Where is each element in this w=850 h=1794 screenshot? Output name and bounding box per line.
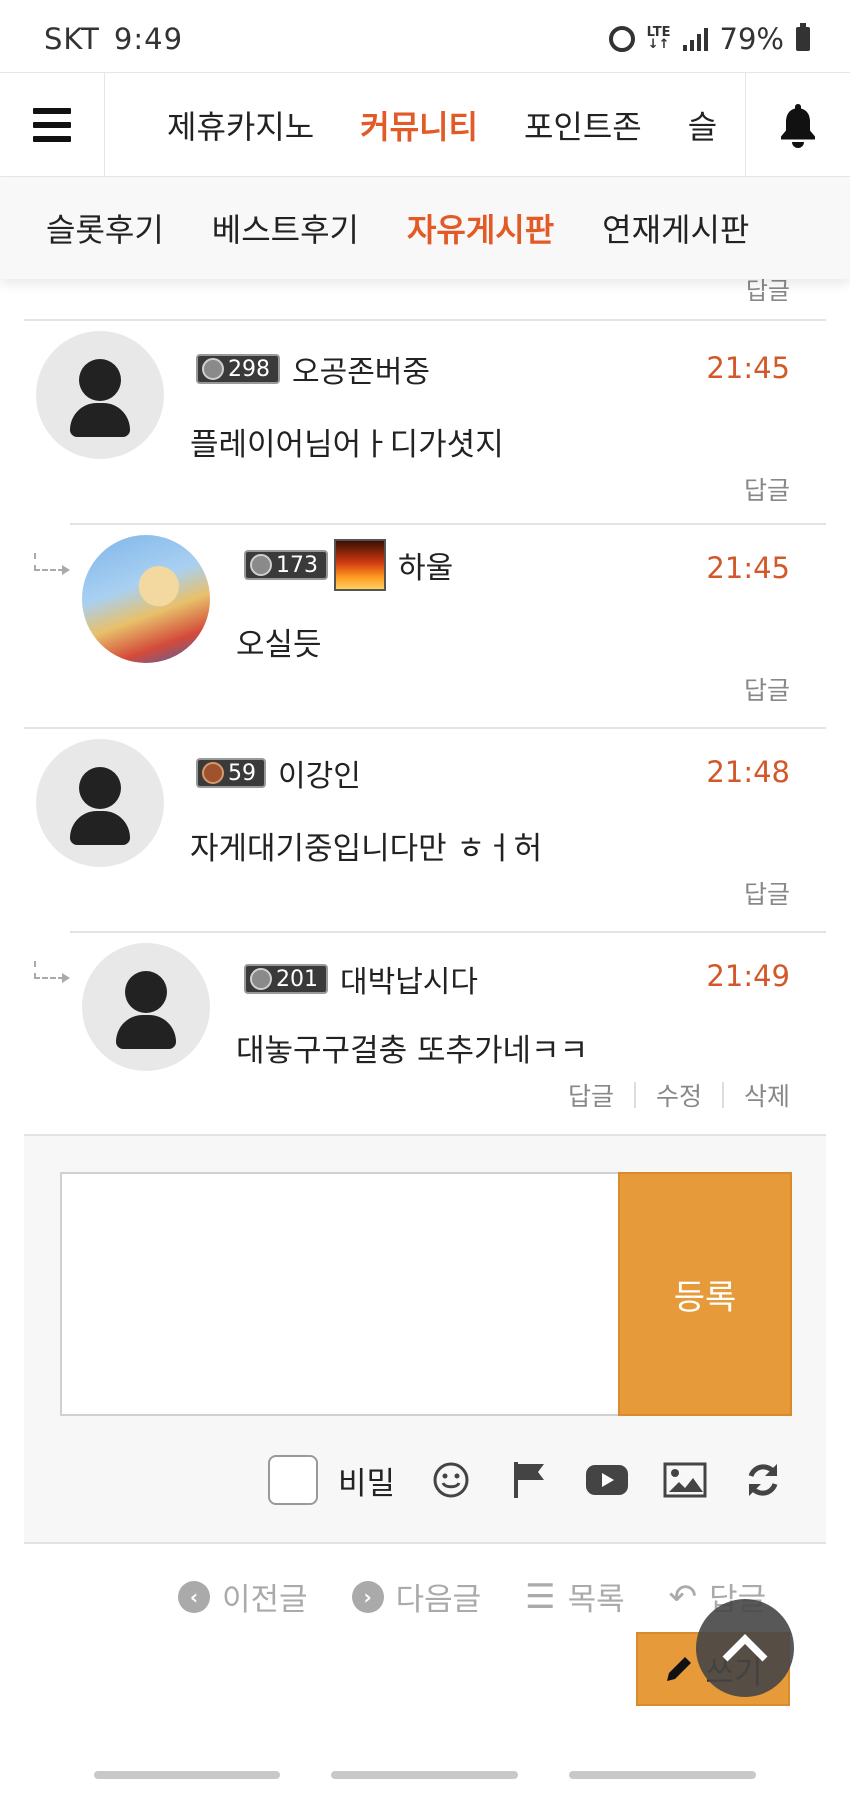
comment-text: 자게대기중입니다만 ㅎㅓ허 bbox=[190, 831, 543, 867]
clock: 9:49 bbox=[113, 22, 184, 56]
hamburger-menu-icon[interactable] bbox=[0, 73, 105, 177]
comment-meta: 298 오공존버중 bbox=[196, 347, 430, 391]
edit-link[interactable]: 수정 bbox=[656, 1077, 702, 1113]
list-icon: ☰ bbox=[525, 1576, 556, 1617]
pencil-icon bbox=[667, 1657, 692, 1681]
tab-slot-review[interactable]: 슬롯후기 bbox=[46, 205, 164, 251]
level-badge: 201 bbox=[244, 964, 328, 994]
refresh-icon[interactable] bbox=[741, 1458, 785, 1502]
nickname[interactable]: 이강인 bbox=[278, 751, 361, 795]
reply-link[interactable]: 답글 bbox=[744, 471, 790, 507]
comment-item: 201 대박납시다 21:49 대놓구구걸충 또추가네ㅋㅋ 답글 수정 삭제 bbox=[24, 933, 826, 1133]
carrier-label: SKT bbox=[44, 22, 100, 56]
comment-actions: 답글 bbox=[744, 671, 790, 707]
main-nav: 제휴카지노 커뮤니티 포인트존 슬 bbox=[0, 72, 850, 177]
comment-text: 플레이어님어ㅏ디가셧지 bbox=[190, 427, 504, 463]
comment-time: 21:45 bbox=[706, 551, 790, 585]
comment-form: 등록 비밀 bbox=[24, 1134, 826, 1544]
tab-serial-board[interactable]: 연재게시판 bbox=[602, 205, 749, 251]
comment-meta: 201 대박납시다 bbox=[244, 957, 478, 1001]
level-gem-icon bbox=[202, 762, 224, 784]
comment-actions: 답글 bbox=[744, 471, 790, 507]
comment-actions: 답글 bbox=[744, 875, 790, 911]
nav-item-slot[interactable]: 슬 bbox=[688, 102, 717, 148]
comment-item: 298 오공존버중 21:45 플레이어님어ㅏ디가셧지 답글 bbox=[24, 321, 826, 525]
nickname[interactable]: 하울 bbox=[398, 543, 453, 587]
comment-text: 대놓구구걸충 또추가네ㅋㅋ bbox=[236, 1033, 589, 1069]
prev-post-label: 이전글 bbox=[222, 1582, 308, 1618]
nickname[interactable]: 오공존버중 bbox=[292, 347, 430, 391]
divider bbox=[633, 1082, 636, 1108]
secret-label: 비밀 bbox=[338, 1465, 396, 1502]
comment-meta: 173 하울 bbox=[244, 539, 453, 591]
avatar bbox=[36, 331, 164, 459]
next-post-label: 다음글 bbox=[395, 1582, 482, 1618]
level-badge: 298 bbox=[196, 354, 280, 384]
secret-checkbox[interactable] bbox=[268, 1455, 318, 1505]
comment-item: 59 이강인 21:48 자게대기중입니다만 ㅎㅓ허 답글 bbox=[24, 729, 826, 933]
video-icon[interactable] bbox=[585, 1458, 629, 1502]
comment-time: 21:45 bbox=[706, 351, 790, 385]
sub-nav: 슬롯후기 베스트후기 자유게시판 연재게시판 bbox=[0, 177, 850, 279]
tab-best-review[interactable]: 베스트후기 bbox=[212, 205, 359, 251]
scroll-to-top-button[interactable] bbox=[696, 1599, 794, 1697]
battery-icon bbox=[796, 23, 810, 51]
avatar bbox=[82, 535, 210, 663]
nav-item-partner-casino[interactable]: 제휴카지노 bbox=[167, 102, 314, 148]
level-gem-icon bbox=[202, 358, 224, 380]
level-badge: 173 bbox=[244, 550, 328, 580]
image-icon[interactable] bbox=[663, 1458, 707, 1502]
comment-text: 오실듯 bbox=[236, 627, 322, 663]
signal-icon bbox=[682, 27, 708, 51]
comment-tools: 비밀 bbox=[268, 1454, 785, 1506]
emoji-icon[interactable] bbox=[429, 1458, 473, 1502]
level-gem-icon bbox=[250, 968, 272, 990]
reply-link[interactable]: 답글 bbox=[744, 875, 790, 911]
submit-button[interactable]: 등록 bbox=[618, 1172, 792, 1416]
divider bbox=[721, 1082, 724, 1108]
notification-button[interactable] bbox=[745, 73, 850, 177]
avatar bbox=[36, 739, 164, 867]
reply-icon: ↶ bbox=[668, 1576, 698, 1617]
gesture-bar-right bbox=[569, 1771, 756, 1779]
bell-icon bbox=[781, 104, 815, 148]
chevron-up-icon bbox=[722, 1634, 768, 1662]
next-post-link[interactable]: › 다음글 bbox=[351, 1574, 482, 1619]
post-navigation: ‹ 이전글 › 다음글 ☰ 목록 ↶ 답글 bbox=[178, 1574, 766, 1619]
nickname[interactable]: 대박납시다 bbox=[340, 957, 478, 1001]
level-gem-icon bbox=[250, 554, 272, 576]
list-label: 목록 bbox=[567, 1582, 625, 1618]
chevron-left-icon: ‹ bbox=[178, 1580, 210, 1613]
comment-input[interactable] bbox=[60, 1172, 620, 1416]
level-badge: 59 bbox=[196, 758, 266, 788]
lte-icon: LTE ↓↑ bbox=[646, 25, 671, 52]
comment-actions: 답글 수정 삭제 bbox=[568, 1077, 790, 1113]
flag-icon[interactable] bbox=[507, 1458, 551, 1502]
status-right: LTE ↓↑ 79% bbox=[608, 22, 810, 56]
nav-item-point-zone[interactable]: 포인트존 bbox=[524, 102, 642, 148]
reply-link[interactable]: 답글 bbox=[568, 1077, 614, 1113]
nav-item-community[interactable]: 커뮤니티 bbox=[360, 102, 478, 148]
main-nav-items: 제휴카지노 커뮤니티 포인트존 슬 bbox=[105, 73, 745, 177]
status-left: SKT 9:49 bbox=[44, 22, 197, 56]
prev-post-link[interactable]: ‹ 이전글 bbox=[178, 1574, 308, 1619]
comment-item: 173 하울 21:45 오실듯 답글 bbox=[24, 525, 826, 729]
fire-icon bbox=[334, 539, 386, 591]
alarm-icon bbox=[608, 26, 635, 52]
gesture-bar-center bbox=[331, 1771, 518, 1779]
delete-link[interactable]: 삭제 bbox=[744, 1077, 790, 1113]
comment-meta: 59 이강인 bbox=[196, 751, 361, 795]
reply-link[interactable]: 답글 bbox=[744, 671, 790, 707]
battery-percent: 79% bbox=[719, 22, 784, 56]
status-bar: SKT 9:49 LTE ↓↑ 79% bbox=[0, 0, 850, 72]
chevron-right-icon: › bbox=[351, 1580, 384, 1613]
gesture-bar-left bbox=[94, 1771, 280, 1779]
comment-time: 21:49 bbox=[706, 959, 790, 993]
reply-arrow-icon bbox=[34, 553, 70, 575]
comment-time: 21:48 bbox=[706, 755, 790, 789]
avatar bbox=[82, 943, 210, 1071]
reply-arrow-icon bbox=[34, 961, 70, 983]
tab-free-board[interactable]: 자유게시판 bbox=[407, 205, 554, 251]
list-link[interactable]: ☰ 목록 bbox=[525, 1574, 625, 1619]
